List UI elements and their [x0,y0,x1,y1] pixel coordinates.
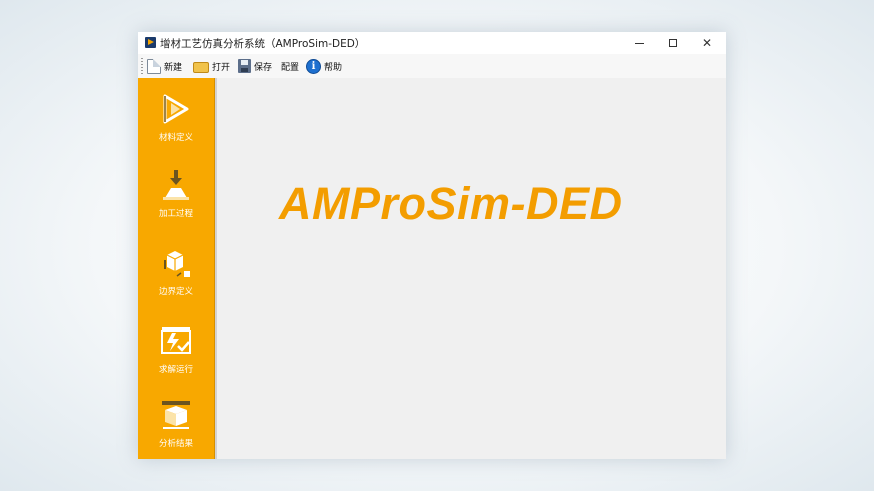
maximize-icon [669,39,677,47]
help-button[interactable]: i 帮助 [306,57,342,75]
material-icon [163,94,189,124]
minimize-button[interactable] [622,32,656,54]
sidebar-item-material[interactable]: 材料定义 [138,92,214,152]
maximize-button[interactable] [656,32,690,54]
toolbar: 新建 打开 保存 配置 i 帮助 [138,54,726,79]
new-button-label: 新建 [164,62,183,73]
main-content: AMProSim-DED [215,78,726,459]
title-bar[interactable]: 增材工艺仿真分析系统（AMProSim-DED） ✕ [138,32,726,54]
window-title: 增材工艺仿真分析系统（AMProSim-DED） [160,38,366,50]
sidebar-item-label: 求解运行 [158,365,193,375]
save-button[interactable]: 保存 [238,57,272,75]
sidebar-item-label: 分析结果 [158,439,193,449]
toolbar-grip[interactable] [141,58,143,74]
sidebar: 材料定义 加工过程 边界定义 求解运行 分析结果 [138,78,215,459]
minimize-icon [634,42,644,44]
sidebar-item-label: 边界定义 [158,287,193,297]
sidebar-item-boundary[interactable]: 边界定义 [138,246,214,306]
folder-icon [193,62,209,73]
save-button-label: 保存 [254,62,273,73]
config-button[interactable]: 配置 [281,57,299,75]
sidebar-item-results[interactable]: 分析结果 [138,398,214,458]
app-window: 增材工艺仿真分析系统（AMProSim-DED） ✕ 新建 打开 保存 配置 i… [138,32,726,459]
sidebar-item-label: 材料定义 [158,133,193,143]
save-icon [238,59,251,73]
results-icon [162,401,190,429]
info-icon: i [306,58,321,74]
solve-icon [161,327,191,354]
close-icon: ✕ [701,36,713,50]
sidebar-item-label: 加工过程 [158,209,193,219]
sidebar-item-solve[interactable]: 求解运行 [138,324,214,384]
app-logo-icon [145,37,156,48]
open-button[interactable]: 打开 [193,57,230,75]
sidebar-item-process[interactable]: 加工过程 [138,168,214,228]
config-button-label: 配置 [281,62,300,73]
boundary-icon [164,251,190,277]
process-icon [163,170,189,200]
open-button-label: 打开 [212,62,231,73]
close-button[interactable]: ✕ [690,32,724,54]
brand-logo-text: AMProSim-DED [279,178,623,229]
help-button-label: 帮助 [324,62,343,73]
new-button[interactable]: 新建 [147,57,182,75]
new-file-icon [147,58,161,74]
